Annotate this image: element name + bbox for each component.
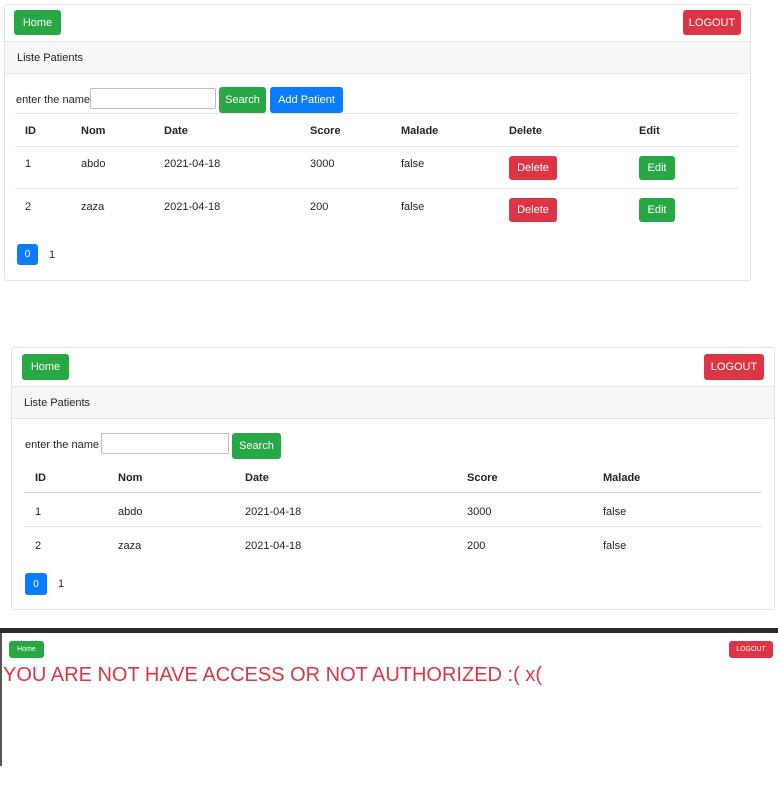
logout-button[interactable]: LOGOUT bbox=[729, 641, 773, 658]
home-button[interactable]: Home bbox=[22, 354, 69, 380]
row1-edit-button[interactable]: Edit bbox=[639, 156, 675, 180]
row2-date: 2021-04-18 bbox=[245, 540, 302, 552]
row1-nom: abdo bbox=[81, 158, 106, 170]
col-header-edit: Edit bbox=[639, 125, 660, 137]
row1-nom: abdo bbox=[118, 506, 143, 518]
row1-delete-button[interactable]: Delete bbox=[509, 156, 557, 180]
header-bottom-border bbox=[24, 492, 762, 493]
row2-malade: false bbox=[603, 540, 627, 552]
page-0-button[interactable]: 0 bbox=[25, 573, 47, 595]
page-1-link[interactable]: 1 bbox=[58, 578, 64, 590]
row1-malade: false bbox=[401, 158, 425, 170]
col-header-date: Date bbox=[164, 125, 188, 137]
logout-button[interactable]: LOGOUT bbox=[704, 354, 764, 380]
left-window-edge bbox=[0, 633, 2, 766]
col-header-score: Score bbox=[310, 125, 341, 137]
col-header-id: ID bbox=[35, 472, 46, 484]
row1-border bbox=[24, 526, 762, 527]
logout-button[interactable]: LOGOUT bbox=[683, 10, 741, 35]
row1-id: 1 bbox=[35, 506, 42, 518]
row2-id: 2 bbox=[35, 540, 42, 552]
access-denied-message: YOU ARE NOT HAVE ACCESS OR NOT AUTHORIZE… bbox=[3, 664, 542, 686]
row2-date: 2021-04-18 bbox=[164, 201, 221, 213]
card-header: Liste Patients bbox=[12, 386, 774, 419]
home-button[interactable]: Home bbox=[14, 10, 61, 35]
col-header-date: Date bbox=[245, 472, 269, 484]
col-header-score: Score bbox=[467, 472, 498, 484]
col-header-nom: Nom bbox=[118, 472, 143, 484]
col-header-malade: Malade bbox=[401, 125, 439, 137]
header-bottom-border bbox=[15, 146, 739, 147]
row2-delete-button[interactable]: Delete bbox=[509, 198, 557, 222]
home-button[interactable]: Home bbox=[9, 641, 44, 658]
col-header-nom: Nom bbox=[81, 125, 106, 137]
row1-date: 2021-04-18 bbox=[245, 506, 302, 518]
row2-malade: false bbox=[401, 201, 425, 213]
row1-score: 3000 bbox=[467, 506, 492, 518]
search-label: enter the name bbox=[25, 439, 99, 451]
row2-edit-button[interactable]: Edit bbox=[639, 198, 675, 222]
search-label: enter the name bbox=[16, 94, 90, 106]
table-top-border bbox=[15, 113, 739, 114]
row1-border bbox=[15, 188, 739, 189]
search-input[interactable] bbox=[90, 88, 216, 109]
user-view-panel: Home LOGOUT Liste Patients enter the nam… bbox=[11, 347, 775, 610]
search-button[interactable]: Search bbox=[219, 87, 266, 113]
add-patient-button[interactable]: Add Patient bbox=[270, 87, 343, 113]
row2-nom: zaza bbox=[81, 201, 105, 213]
admin-view-panel: Home LOGOUT Liste Patients enter the nam… bbox=[4, 4, 751, 281]
row2-id: 2 bbox=[25, 201, 32, 213]
dark-top-bar bbox=[0, 628, 778, 633]
row1-malade: false bbox=[603, 506, 627, 518]
row2-nom: zaza bbox=[118, 540, 142, 552]
card-title: Liste Patients bbox=[17, 51, 84, 64]
search-input[interactable] bbox=[101, 433, 229, 454]
row2-score: 200 bbox=[310, 201, 329, 213]
page-1-link[interactable]: 1 bbox=[49, 249, 55, 261]
card-title: Liste Patients bbox=[24, 396, 91, 409]
col-header-id: ID bbox=[25, 125, 36, 137]
row2-score: 200 bbox=[467, 540, 486, 552]
row1-id: 1 bbox=[25, 158, 32, 170]
search-button[interactable]: Search bbox=[232, 433, 281, 459]
col-header-malade: Malade bbox=[603, 472, 641, 484]
row1-score: 3000 bbox=[310, 158, 335, 170]
card-header: Liste Patients bbox=[5, 41, 750, 74]
page-0-button[interactable]: 0 bbox=[17, 244, 38, 265]
row1-date: 2021-04-18 bbox=[164, 158, 221, 170]
col-header-delete: Delete bbox=[509, 125, 543, 137]
